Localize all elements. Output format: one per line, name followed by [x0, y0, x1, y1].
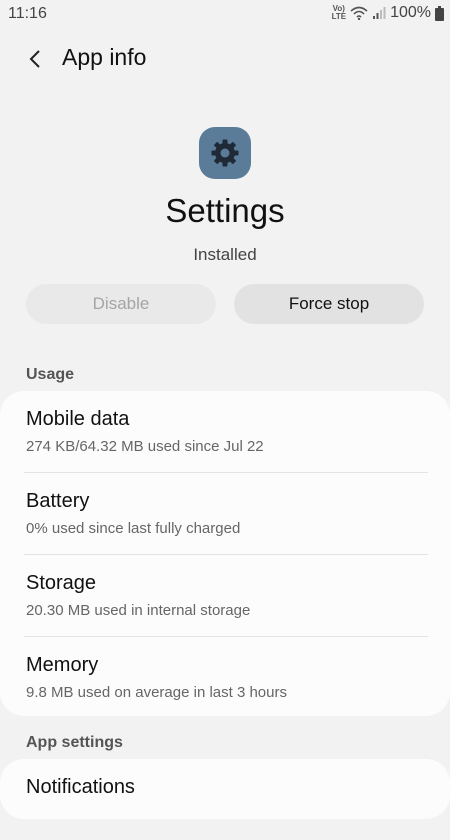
usage-item-battery[interactable]: Battery 0% used since last fully charged: [0, 473, 450, 554]
app-install-status: Installed: [193, 245, 257, 264]
usage-item-memory[interactable]: Memory 9.8 MB used on average in last 3 …: [0, 637, 450, 718]
app-icon: [199, 127, 251, 179]
page-title: App info: [62, 44, 147, 70]
wifi-icon: [350, 6, 368, 20]
list-item-title: Notifications: [26, 776, 135, 798]
list-item-subtitle: 274 KB/64.32 MB used since Jul 22: [26, 438, 264, 455]
battery-icon: [435, 5, 444, 21]
list-item-title: Memory: [26, 654, 99, 676]
usage-item-mobile-data[interactable]: Mobile data 274 KB/64.32 MB used since J…: [0, 391, 450, 472]
usage-card: Mobile data 274 KB/64.32 MB used since J…: [0, 391, 450, 716]
gear-icon: [211, 139, 239, 167]
status-bar: 11:16 Vo) LTE 100%: [0, 0, 450, 28]
list-item-subtitle: 9.8 MB used on average in last 3 hours: [26, 684, 287, 701]
list-item-subtitle: 20.30 MB used in internal storage: [26, 602, 251, 619]
section-title-app-settings: App settings: [26, 734, 123, 751]
battery-percent: 100%: [390, 4, 431, 21]
volte-icon: Vo) LTE: [332, 5, 347, 21]
section-title-usage: Usage: [26, 366, 75, 383]
disable-button[interactable]: Disable: [26, 284, 216, 324]
app-settings-card: Notifications: [0, 759, 450, 819]
force-stop-button[interactable]: Force stop: [234, 284, 424, 324]
volte-bottom-text: LTE: [331, 12, 347, 21]
chevron-left-icon: [29, 50, 40, 68]
status-time: 11:16: [8, 5, 47, 22]
list-item-title: Battery: [26, 490, 90, 512]
app-bar: App info: [0, 32, 450, 86]
back-button[interactable]: [18, 42, 52, 76]
list-item-title: Mobile data: [26, 408, 130, 430]
list-item-subtitle: 0% used since last fully charged: [26, 520, 241, 537]
app-name: Settings: [165, 192, 285, 229]
status-icons: Vo) LTE 100%: [332, 4, 444, 22]
signal-icon: [373, 7, 386, 19]
list-item-title: Storage: [26, 572, 97, 594]
usage-item-storage[interactable]: Storage 20.30 MB used in internal storag…: [0, 555, 450, 636]
